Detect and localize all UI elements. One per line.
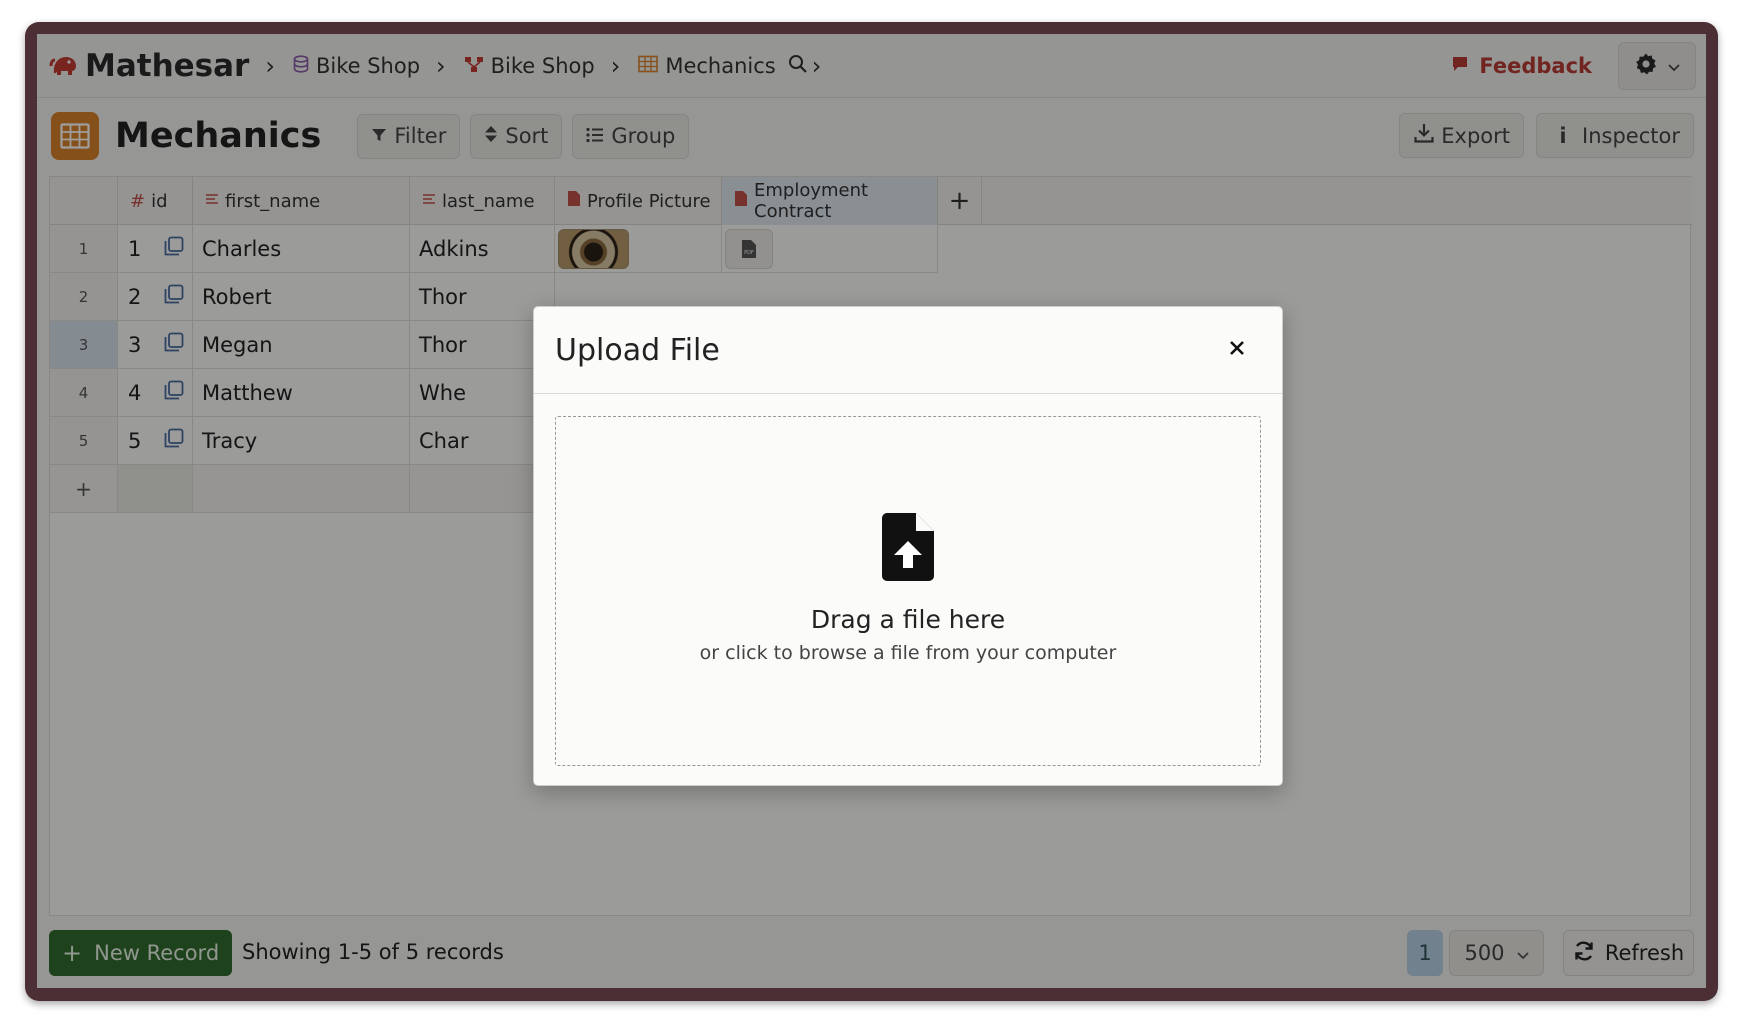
close-icon [1230,341,1244,355]
modal-header: Upload File [534,307,1282,394]
close-button[interactable] [1222,333,1252,363]
app-window: Mathesar › Bike Shop › Bike Shop › Mecha… [37,34,1706,988]
dropzone-title: Drag a file here [810,605,1006,634]
modal-title: Upload File [555,332,720,368]
file-dropzone[interactable]: Drag a file here or click to browse a fi… [555,416,1261,766]
dropzone-subtitle: or click to browse a file from your comp… [699,642,1117,664]
upload-file-modal: Upload File Drag a file here or click to… [533,306,1283,786]
file-upload-icon [882,513,934,585]
